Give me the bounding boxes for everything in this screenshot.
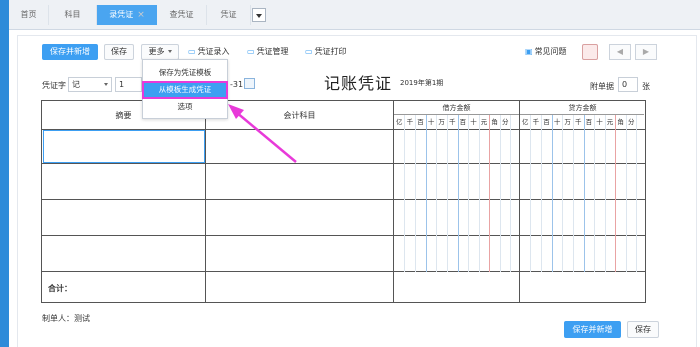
more-button[interactable]: 更多	[141, 44, 179, 60]
camera-icon: ▭	[305, 47, 313, 56]
menu-item-options[interactable]: 选项	[143, 99, 227, 115]
page-title: 记账凭证	[324, 74, 393, 93]
menu-item-generate-from-template[interactable]: 从模板生成凭证	[142, 81, 228, 99]
tab-overflow-button[interactable]	[252, 8, 266, 22]
footer-save-new-button[interactable]: 保存并新增	[564, 321, 621, 338]
voucher-word-select[interactable]: 记	[68, 77, 112, 92]
date-tail-text[interactable]: -31	[230, 80, 243, 89]
debit-digit-headers: 亿千百十万千百十元角分	[396, 118, 509, 126]
save-button[interactable]: 保存	[104, 44, 134, 60]
attachments-unit: 张	[642, 82, 650, 91]
more-dropdown-menu: 保存为凭证模板 从模板生成凭证 选项	[142, 59, 228, 119]
camera-icon: ▭	[188, 47, 196, 56]
summary-input-cell[interactable]	[43, 130, 205, 163]
voucher-table: 摘要 会计科目 借方金额 贷方金额 亿千百十万千百十元角分 亿千百十万千百十元角…	[41, 100, 646, 303]
attachments-label: 附单据	[590, 82, 614, 91]
voucher-print-link[interactable]: ▭ 凭证打印	[305, 45, 347, 59]
total-label: 合计：	[48, 284, 72, 293]
help-icon: ▣	[525, 47, 533, 56]
faq-link[interactable]: ▣ 常见问题	[525, 45, 567, 59]
credit-digit-headers: 亿千百十万千百十元角分	[522, 118, 635, 126]
left-accent-bar	[0, 0, 9, 347]
period-label: 2019年第1期	[400, 79, 444, 87]
menu-item-save-as-template[interactable]: 保存为凭证模板	[143, 65, 227, 81]
calculator-icon[interactable]	[582, 44, 598, 60]
tab-enter-voucher[interactable]: 录凭证 ×	[97, 5, 157, 25]
save-new-button[interactable]: 保存并新增	[42, 44, 98, 60]
footer-save-button[interactable]: 保存	[627, 321, 659, 338]
chevron-down-icon	[167, 50, 172, 53]
tab-accounts[interactable]: 科目	[49, 5, 97, 25]
col-account-header: 会计科目	[283, 111, 316, 120]
voucher-number-input[interactable]: 1	[115, 77, 142, 92]
calendar-icon[interactable]	[244, 78, 255, 89]
attachments-input[interactable]: 0	[618, 77, 638, 92]
close-icon[interactable]: ×	[137, 10, 145, 20]
voucher-word-label: 凭证字	[42, 81, 66, 90]
voucher-manage-link[interactable]: ▭ 凭证管理	[247, 45, 289, 59]
account-cell[interactable]	[206, 130, 393, 163]
tab-bar: 首页 科目 录凭证 × 查凭证 凭证	[9, 0, 700, 30]
tab-home[interactable]: 首页	[9, 5, 49, 25]
col-debit-header: 借方金额	[442, 104, 471, 112]
tab-voucher[interactable]: 凭证	[207, 5, 251, 25]
tab-query-voucher[interactable]: 查凭证	[157, 5, 207, 25]
camera-icon: ▭	[247, 47, 255, 56]
prev-voucher-button[interactable]: ◀	[609, 44, 631, 60]
next-voucher-button[interactable]: ▶	[635, 44, 657, 60]
maker-label: 制单人：测试	[42, 314, 90, 323]
summary-cell[interactable]	[43, 164, 205, 198]
col-credit-header: 贷方金额	[568, 104, 597, 112]
voucher-entry-link[interactable]: ▭ 凭证录入	[188, 45, 230, 59]
chevron-down-icon	[104, 83, 108, 86]
